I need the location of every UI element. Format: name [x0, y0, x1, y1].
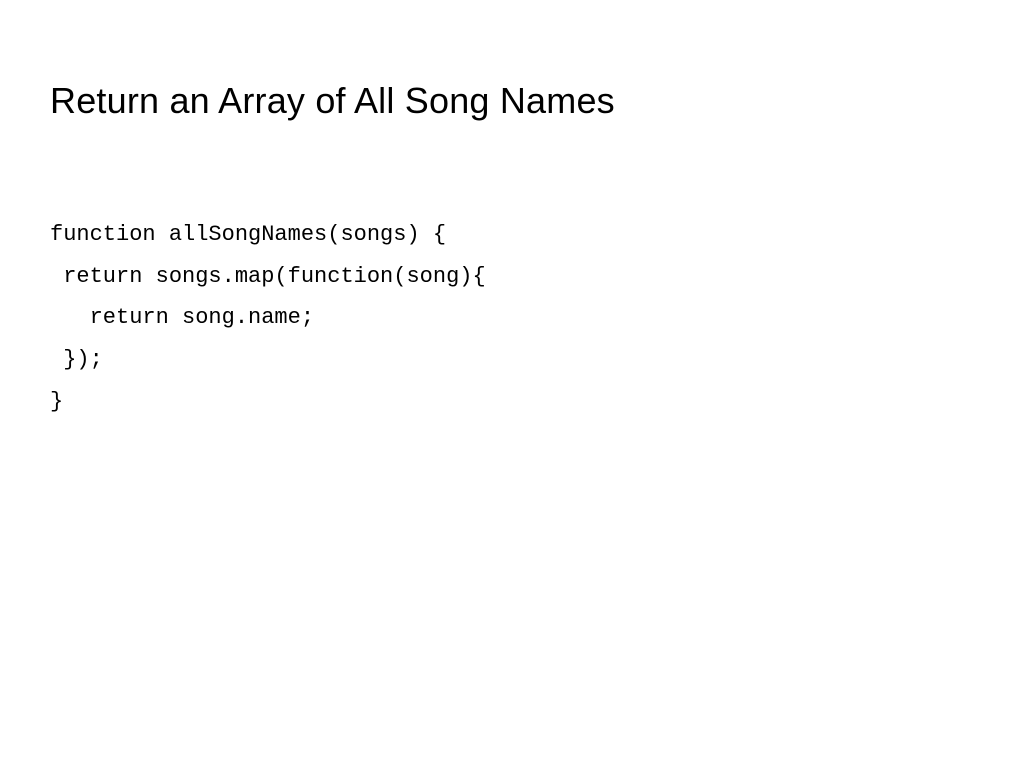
code-line: return song.name; — [50, 305, 314, 330]
code-line: return songs.map(function(song){ — [50, 264, 486, 289]
code-line: } — [50, 389, 63, 414]
code-line: }); — [50, 347, 103, 372]
code-line: function allSongNames(songs) { — [50, 222, 446, 247]
slide-title: Return an Array of All Song Names — [50, 80, 974, 122]
code-block: function allSongNames(songs) { return so… — [50, 172, 974, 423]
